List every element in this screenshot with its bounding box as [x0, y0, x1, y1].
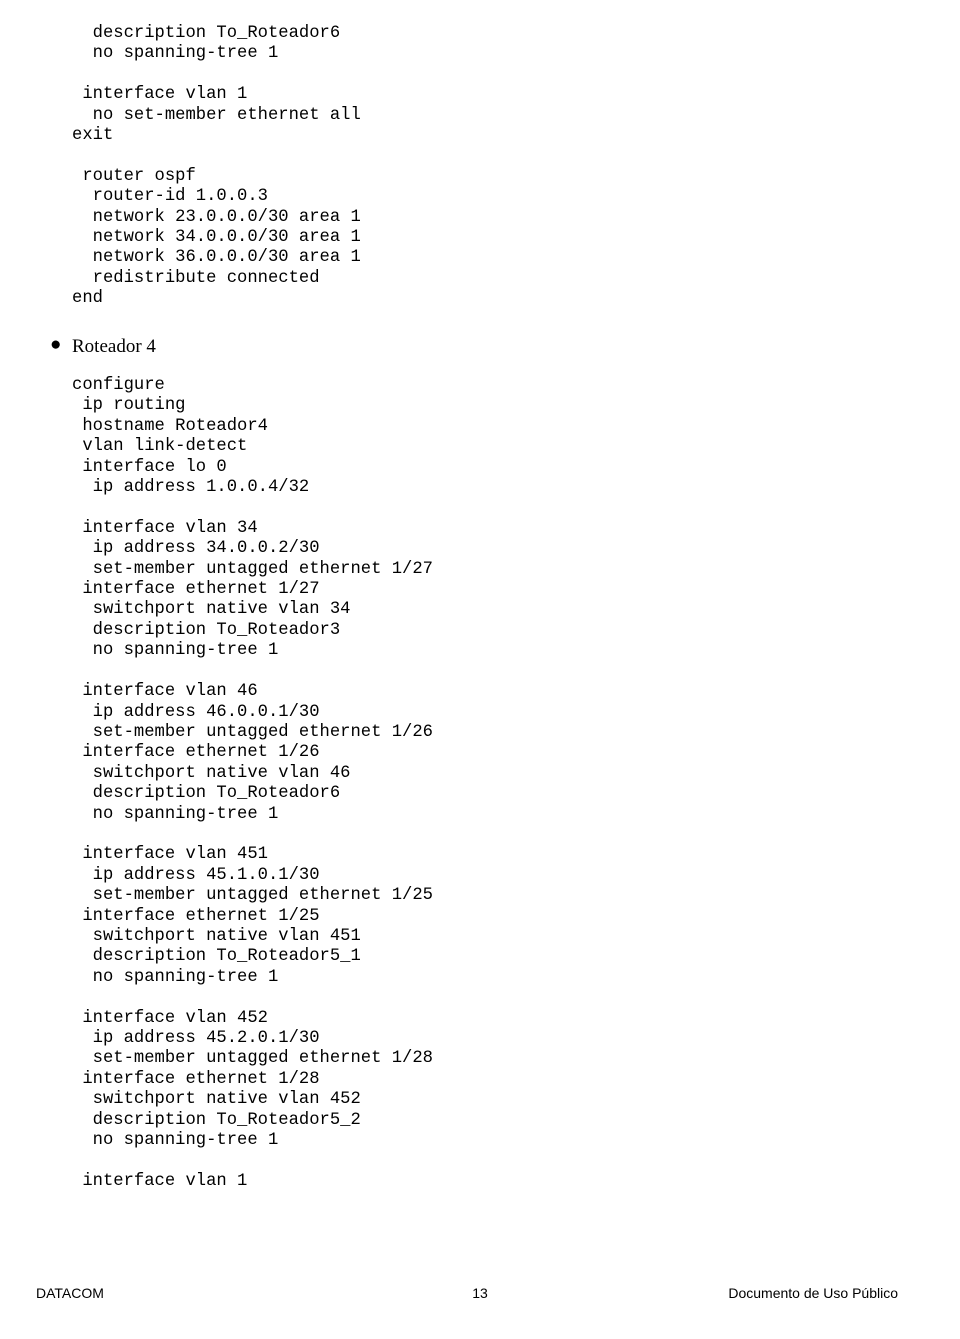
page: description To_Roteador6 no spanning-tre…	[0, 0, 960, 1339]
footer-right: Documento de Uso Público	[728, 1285, 898, 1301]
code-block-2: configure ip routing hostname Roteador4 …	[72, 376, 433, 1192]
section-heading-roteador4: Roteador 4	[72, 336, 156, 358]
bullet-icon: ●	[50, 335, 61, 354]
code-block-1: description To_Roteador6 no spanning-tre…	[72, 24, 361, 310]
